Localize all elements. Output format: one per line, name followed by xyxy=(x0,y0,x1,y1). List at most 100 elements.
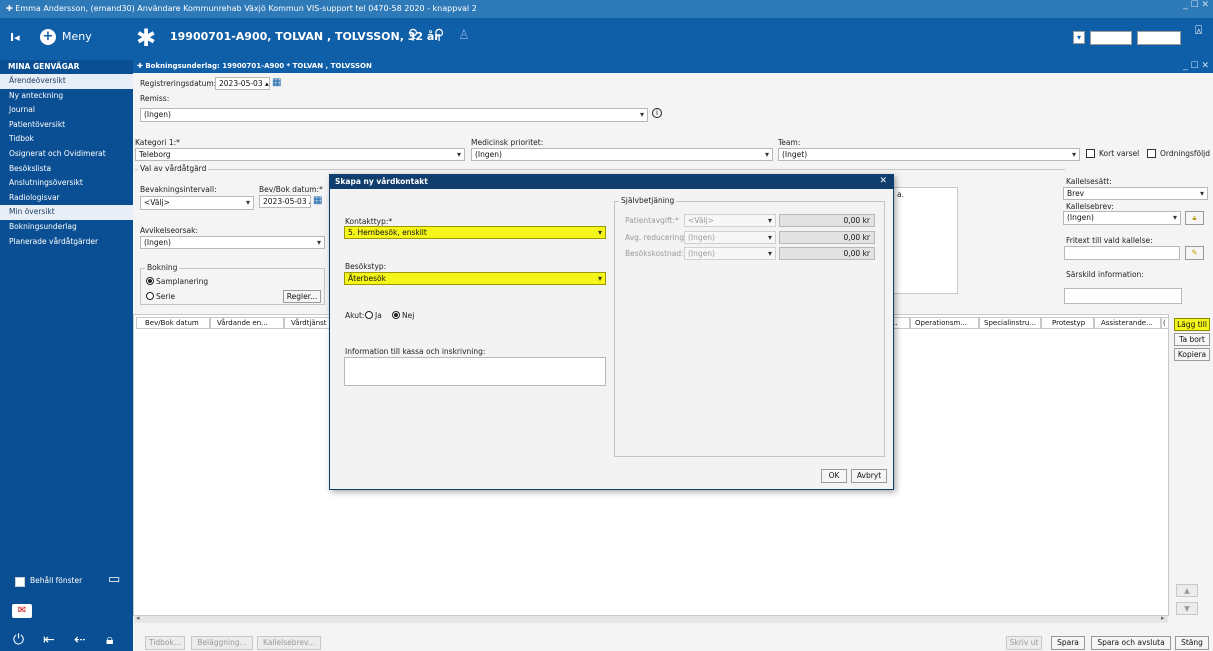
serie-radio[interactable]: Serie xyxy=(146,292,175,301)
grid-col-partial[interactable]: ( xyxy=(1161,317,1169,329)
monitor-icon[interactable]: ▭ xyxy=(108,572,120,587)
bevakning-dropdown[interactable]: <Välj> xyxy=(140,196,254,210)
kallelsesatt-dropdown[interactable]: Brev xyxy=(1063,187,1208,200)
sidebar-item-osignerat[interactable]: Osignerat och Ovidimerat xyxy=(0,147,133,162)
akut-ja-radio[interactable]: Ja xyxy=(365,311,382,320)
horizontal-scrollbar[interactable] xyxy=(134,615,1168,623)
calendar-icon[interactable]: ▦ xyxy=(272,77,281,88)
prio-dropdown[interactable]: (Ingen) xyxy=(471,148,773,161)
kategori-dropdown[interactable]: Teleborg xyxy=(135,148,465,161)
prio-label: Medicinsk prioritet: xyxy=(471,138,544,147)
ta-bort-button[interactable]: Ta bort xyxy=(1174,333,1210,346)
grid-col-specialinstru[interactable]: Specialinstru... xyxy=(979,317,1041,329)
sidebar-item-besokslista[interactable]: Besökslista xyxy=(0,162,133,177)
samplanering-radio[interactable]: Samplanering xyxy=(146,277,208,286)
spara-button[interactable]: Spara xyxy=(1051,636,1085,650)
radio-icon[interactable] xyxy=(365,311,373,319)
calendar-icon[interactable]: ▦ xyxy=(313,195,322,206)
sidebar-item-radiologisvar[interactable]: Radiologisvar xyxy=(0,191,133,206)
patientavgift-dropdown[interactable]: <Välj> xyxy=(684,214,776,227)
kallelsebrev-dropdown[interactable]: (Ingen) xyxy=(1063,211,1181,225)
radio-icon[interactable] xyxy=(146,292,154,300)
sidebar-item-tidbok[interactable]: Tidbok xyxy=(0,132,133,147)
document-window-controls[interactable]: _ ☐ ✕ xyxy=(1183,60,1209,73)
team-dropdown[interactable]: (Inget) xyxy=(778,148,1080,161)
scroll-left-icon[interactable]: ◂ xyxy=(136,614,140,622)
app-icon: ✚ xyxy=(6,4,16,13)
collapse-icon[interactable]: I◂ xyxy=(10,31,20,44)
sidebar-item-arendeoversikt[interactable]: Ärendeöversikt xyxy=(0,74,133,89)
grid-col-operationsm[interactable]: Operationsm... xyxy=(910,317,979,329)
edit-pencil-icon[interactable]: ✎ xyxy=(1185,246,1204,260)
grid-col-protestyp[interactable]: Protestyp xyxy=(1041,317,1094,329)
kort-varsel-checkbox[interactable] xyxy=(1086,149,1095,158)
listor-button[interactable]: Listor ▾ xyxy=(1137,31,1181,45)
sidebar-item-patientoversikt[interactable]: Patientöversikt xyxy=(0,118,133,133)
window-titlebar: ✚ Emma Andersson, (emand30) Användare Ko… xyxy=(0,0,1213,18)
sarskild-input[interactable] xyxy=(1064,288,1182,304)
ordningsfoljd-checkbox[interactable] xyxy=(1147,149,1156,158)
sidebar-item-planerade-vardatgarder[interactable]: Planerade vårdåtgärder xyxy=(0,235,133,250)
location-pin-icon[interactable]: ⚲ xyxy=(434,27,444,43)
dialog-close-icon[interactable]: ✕ xyxy=(879,176,887,186)
lock-icon[interactable]: 🔒︎ xyxy=(106,632,113,648)
sidebar-item-bokningsunderlag[interactable]: Bokningsunderlag xyxy=(0,220,133,235)
power-icon[interactable]: ⏻ xyxy=(13,632,24,648)
grid-col-assisterande[interactable]: Assisterande... xyxy=(1094,317,1161,329)
menu-plus-icon[interactable]: + xyxy=(40,29,56,45)
bevbok-label: Bev/Bok datum:* xyxy=(259,185,323,194)
radio-selected-icon[interactable] xyxy=(146,277,154,285)
move-up-icon[interactable]: ▲ xyxy=(1176,584,1198,597)
avbryt-button[interactable]: Avbryt xyxy=(851,469,887,483)
lagg-till-button[interactable]: Lägg till xyxy=(1174,318,1210,331)
mail-alert-icon[interactable]: ✉ xyxy=(12,604,32,618)
kontakttyp-dropdown[interactable]: 5. Hembesök, enskilt xyxy=(344,226,606,239)
sidebar-item-journal[interactable]: Journal xyxy=(0,103,133,118)
scroll-right-icon[interactable]: ▸ xyxy=(1161,614,1165,622)
grid-col-bevbok[interactable]: Bev/Bok datum xyxy=(136,317,210,329)
tidbok-button[interactable]: Tidbok... xyxy=(145,636,185,650)
avg-reducering-dropdown[interactable]: (Ingen) xyxy=(684,231,776,244)
grid-col-vardtjanst[interactable]: Vårdtjänst xyxy=(284,317,334,329)
menu-button[interactable]: Meny xyxy=(62,30,92,43)
window-controls[interactable]: _ ☐ ✕ xyxy=(1183,0,1209,10)
radio-selected-icon[interactable] xyxy=(392,311,400,319)
reg-date-field[interactable]: 2023-05-03 ▴▾ xyxy=(215,77,270,90)
sidebar-item-min-oversikt[interactable]: Min översikt xyxy=(0,205,133,220)
bevbok-date-field[interactable]: 2023-05-03 ▴▾ xyxy=(259,195,311,208)
switch-user-icon[interactable]: ⇠ xyxy=(74,632,86,648)
besokskostnad-dropdown[interactable]: (Ingen) xyxy=(684,247,776,260)
kallelsebrev-lock-icon[interactable]: 🔒︎ xyxy=(1185,211,1204,225)
stang-button[interactable]: Stäng xyxy=(1175,636,1209,650)
besokstyp-dropdown[interactable]: Återbesök xyxy=(344,272,606,285)
val-av-vardatgard-label: Val av vårdåtgärd xyxy=(138,164,209,173)
avg-reducering-label: Avg. reducering: xyxy=(625,233,687,242)
person-icon[interactable]: ♙ xyxy=(458,28,470,43)
info-icon[interactable]: i xyxy=(652,108,662,118)
sidebar-item-anslutningsoversikt[interactable]: Anslutningsöversikt xyxy=(0,176,133,191)
filter-dropdown-icon[interactable]: ▾ xyxy=(1073,31,1085,44)
rensa-button[interactable]: Rensa xyxy=(1090,31,1132,45)
reg-date-label: Registreringsdatum: xyxy=(140,79,217,88)
belaggning-button[interactable]: Beläggning... xyxy=(191,636,253,650)
move-down-icon[interactable]: ▼ xyxy=(1176,602,1198,615)
kallelsebrev-button[interactable]: Kallelsebrev... xyxy=(257,636,321,650)
patient-banner[interactable]: 19900701-A900, TOLVAN , TOLVSSON, 32 år xyxy=(170,30,440,43)
skriv-ut-button[interactable]: Skriv ut xyxy=(1006,636,1042,650)
dialog-title: Skapa ny vårdkontakt xyxy=(330,175,893,189)
remiss-dropdown[interactable]: (Ingen) xyxy=(140,108,648,122)
info-kassa-textarea[interactable] xyxy=(344,357,606,386)
user-id-icon[interactable]: ⍓ xyxy=(1195,23,1202,38)
keep-window-checkbox[interactable] xyxy=(15,577,25,587)
akut-nej-radio[interactable]: Nej xyxy=(392,311,414,320)
sidebar-item-ny-anteckning[interactable]: Ny anteckning xyxy=(0,89,133,104)
regler-button[interactable]: Regler... xyxy=(283,290,321,303)
fritext-input[interactable] xyxy=(1064,246,1180,260)
logout-icon[interactable]: ⇤ xyxy=(43,632,55,648)
avvikelse-dropdown[interactable]: (Ingen) xyxy=(140,236,325,249)
kopiera-button[interactable]: Kopiera xyxy=(1174,348,1210,361)
grid-col-vardande[interactable]: Vårdande en... xyxy=(210,317,284,329)
ok-button[interactable]: OK xyxy=(821,469,847,483)
spara-och-avsluta-button[interactable]: Spara och avsluta xyxy=(1091,636,1171,650)
document-title: ✚ Bokningsunderlag: 19900701-A900 * TOLV… xyxy=(133,60,1213,73)
